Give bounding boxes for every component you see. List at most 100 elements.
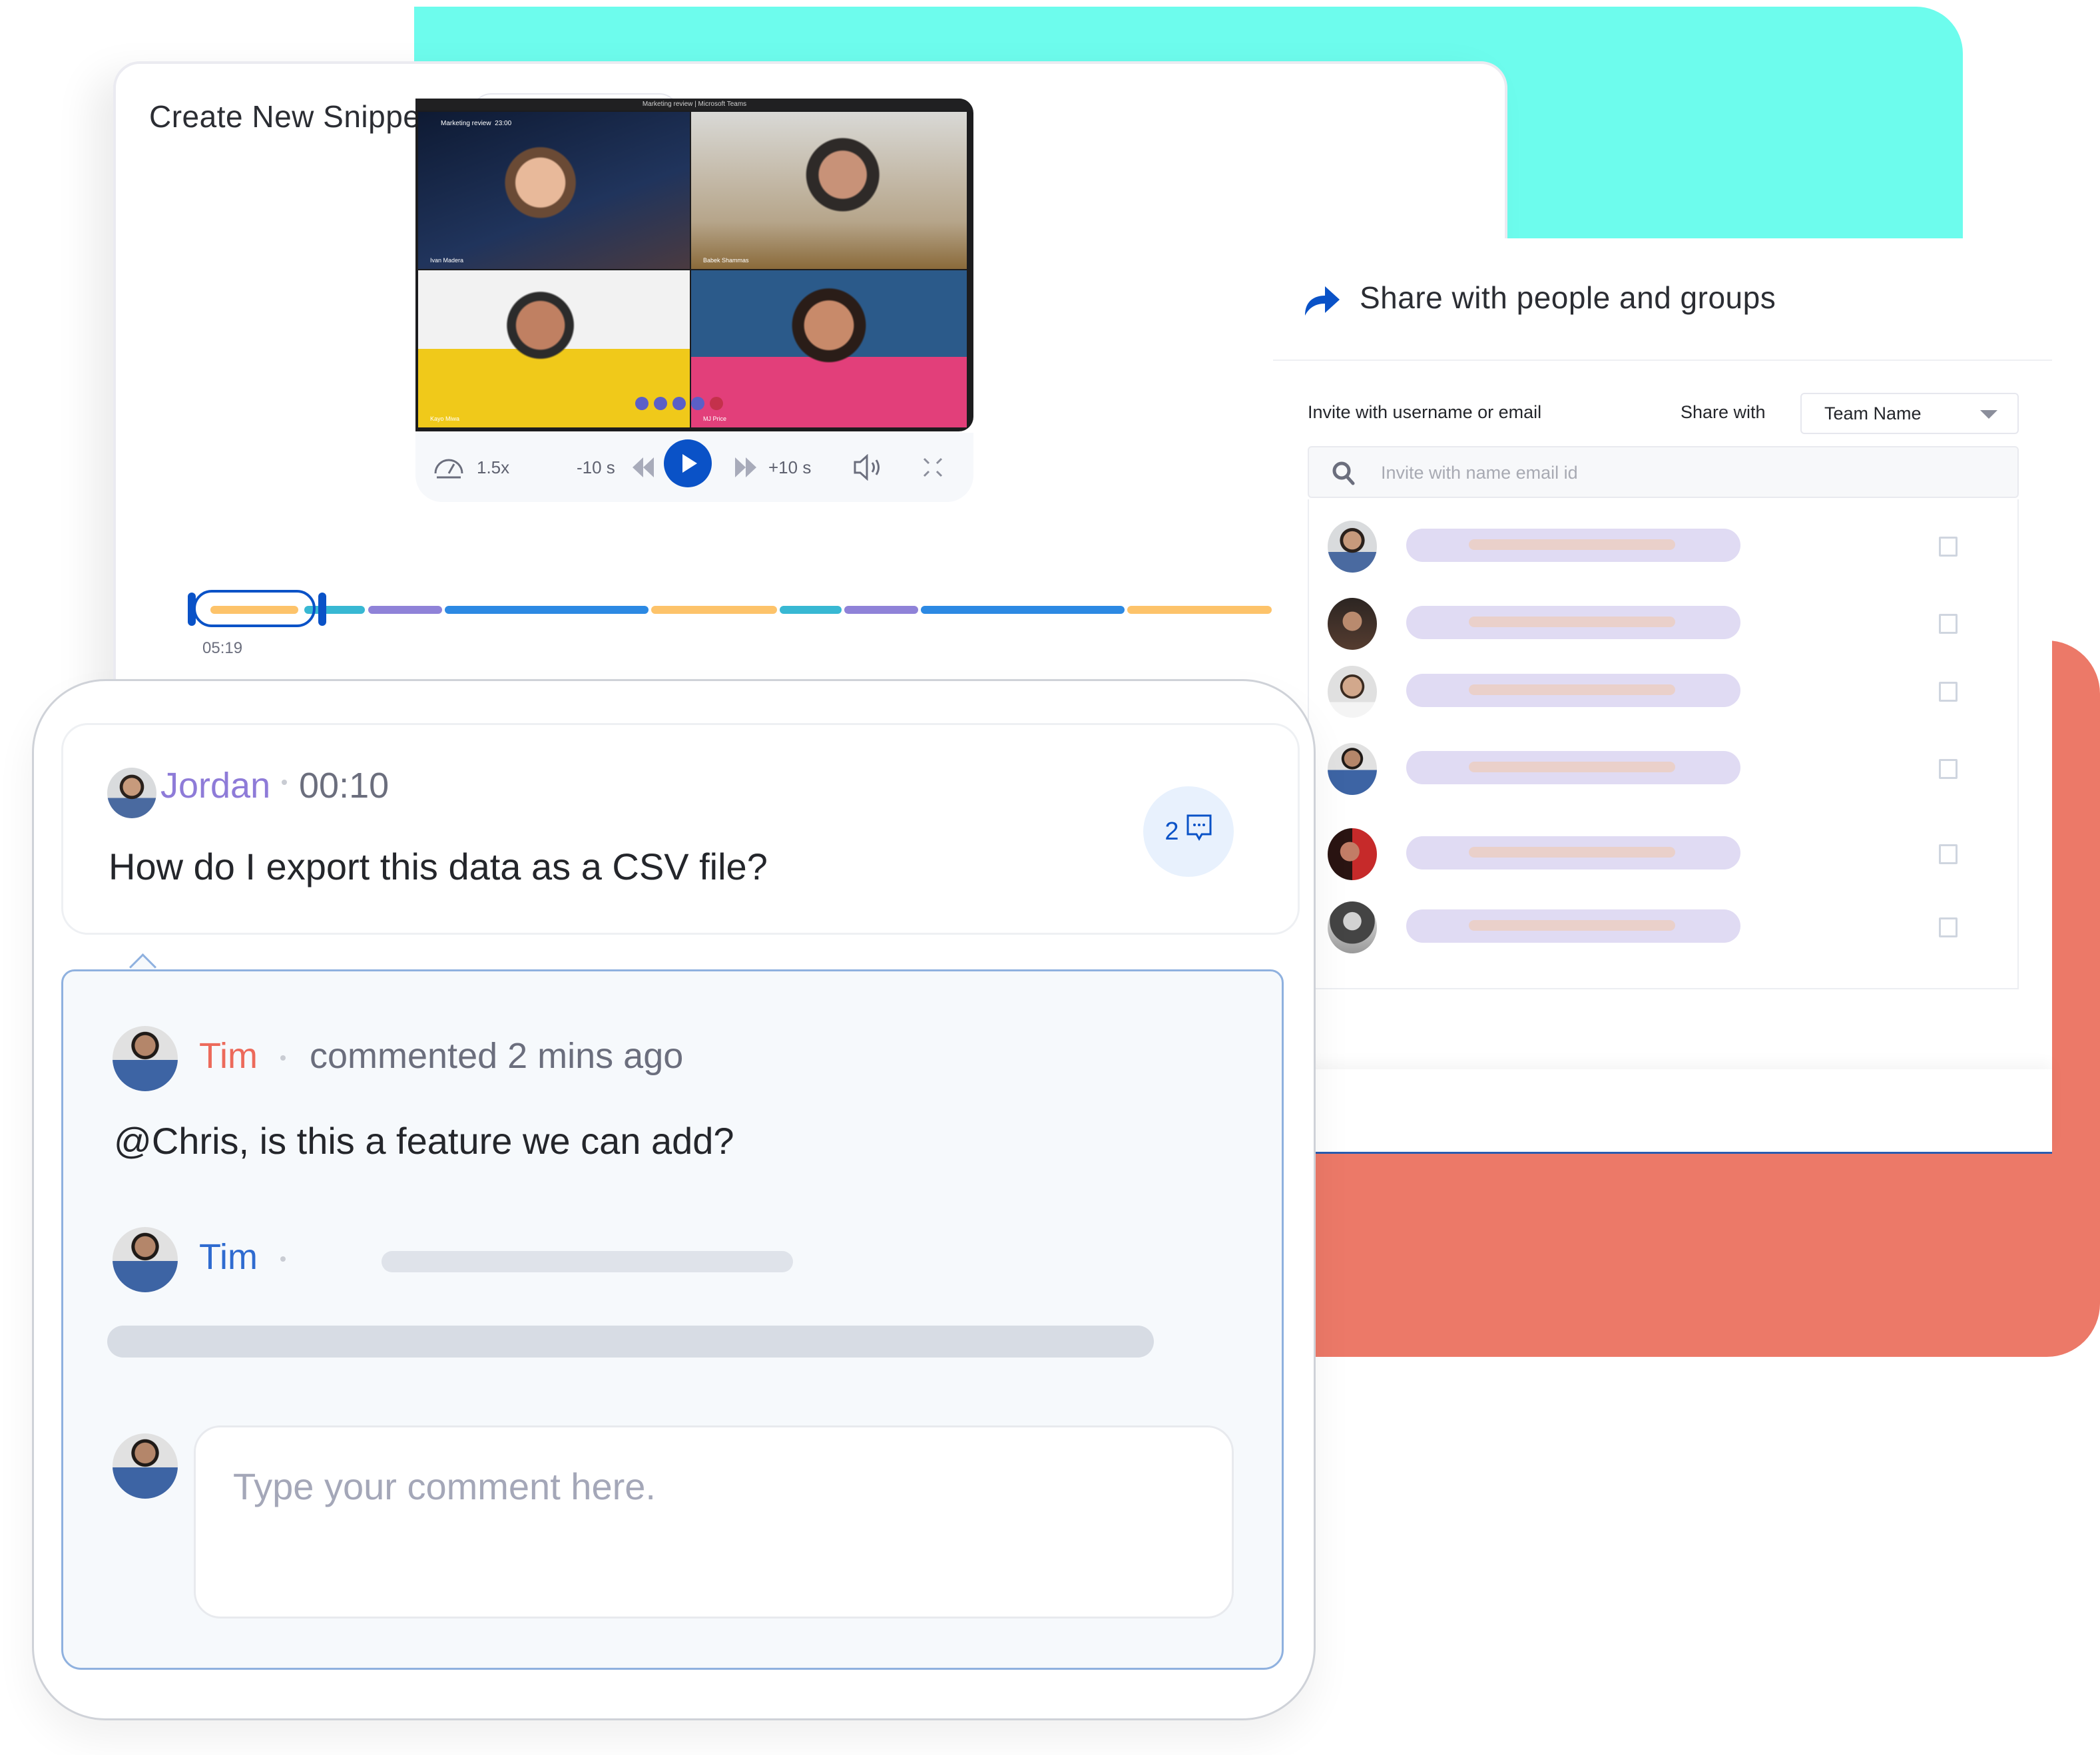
avatar bbox=[1328, 521, 1377, 573]
comment-author[interactable]: Jordan bbox=[160, 765, 270, 806]
person-row[interactable] bbox=[1309, 828, 2017, 881]
timeline-segment[interactable] bbox=[651, 606, 777, 614]
people-list bbox=[1308, 499, 2019, 989]
camera-icon bbox=[635, 397, 649, 410]
snippet-title: Create New Snippet bbox=[149, 99, 429, 134]
comment-timestamp[interactable]: 00:10 bbox=[299, 765, 389, 806]
avatar bbox=[1328, 666, 1377, 718]
playback-controls: 1.5x -10 s +10 s bbox=[415, 433, 973, 502]
playback-speed[interactable]: 1.5x bbox=[477, 433, 509, 502]
video-tile: MJ Price bbox=[691, 270, 967, 427]
separator-dot bbox=[280, 1256, 286, 1262]
question-comment: Jordan 00:10 How do I export this data a… bbox=[61, 723, 1300, 935]
email-placeholder bbox=[1469, 847, 1675, 858]
share-title: Share with people and groups bbox=[1360, 280, 1776, 315]
share-panel: Share with people and groups Invite with… bbox=[1273, 238, 2052, 1154]
comment-text: How do I export this data as a CSV file? bbox=[109, 846, 768, 887]
mic-icon bbox=[654, 397, 667, 410]
comment-bubble-icon bbox=[1186, 814, 1212, 850]
video-window-title: Marketing review | Microsoft Teams bbox=[415, 99, 973, 111]
avatar bbox=[1328, 743, 1377, 795]
reply-count-button[interactable]: 2 bbox=[1143, 786, 1234, 877]
video-tile: Babek Shammas bbox=[691, 112, 967, 269]
avatar bbox=[113, 1026, 178, 1091]
name-placeholder bbox=[1406, 836, 1740, 870]
video-player[interactable]: Marketing review | Microsoft Teams Marke… bbox=[415, 99, 973, 431]
comment-meta: commented 2 mins ago bbox=[310, 1036, 684, 1076]
meeting-name: Marketing review 23:00 bbox=[441, 120, 512, 127]
play-button[interactable] bbox=[664, 439, 712, 487]
rewind-icon[interactable] bbox=[633, 433, 655, 502]
name-placeholder bbox=[1406, 909, 1740, 943]
timeline-segment[interactable] bbox=[444, 606, 649, 614]
loading-placeholder bbox=[382, 1251, 793, 1272]
email-placeholder bbox=[1469, 684, 1675, 695]
fullscreen-icon[interactable] bbox=[921, 433, 944, 502]
range-end-handle[interactable] bbox=[318, 593, 326, 626]
loading-placeholder bbox=[107, 1326, 1154, 1358]
invite-search bbox=[1308, 446, 2019, 498]
person-row[interactable] bbox=[1309, 901, 2017, 955]
play-icon bbox=[682, 454, 697, 473]
forward-label[interactable]: +10 s bbox=[768, 433, 811, 502]
timeline-segment[interactable] bbox=[1127, 606, 1272, 614]
select-checkbox[interactable] bbox=[1939, 917, 1958, 937]
select-checkbox[interactable] bbox=[1939, 682, 1958, 702]
person-row[interactable] bbox=[1309, 743, 2017, 796]
hang-up-icon bbox=[710, 397, 723, 410]
person-row[interactable] bbox=[1309, 666, 2017, 719]
avatar bbox=[1328, 901, 1377, 953]
reply-count: 2 bbox=[1165, 817, 1179, 846]
name-placeholder bbox=[1406, 606, 1740, 639]
person-row[interactable] bbox=[1309, 521, 2017, 574]
selection-range[interactable] bbox=[193, 590, 316, 627]
timeline-segment[interactable] bbox=[779, 606, 842, 614]
participant-name: Babek Shammas bbox=[703, 257, 749, 264]
team-select-value: Team Name bbox=[1824, 403, 1922, 423]
select-checkbox[interactable] bbox=[1939, 537, 1958, 557]
share-with-label: Share with bbox=[1681, 402, 1766, 422]
participant-name: Ivan Madera bbox=[430, 257, 464, 264]
chevron-down-icon bbox=[1980, 410, 1997, 419]
timeline-segment[interactable] bbox=[368, 606, 442, 614]
select-checkbox[interactable] bbox=[1939, 844, 1958, 864]
snippet-timeline[interactable] bbox=[188, 586, 1274, 632]
rewind-label[interactable]: -10 s bbox=[577, 433, 615, 502]
participant-name: MJ Price bbox=[703, 415, 727, 422]
fast-forward-icon[interactable] bbox=[734, 433, 756, 502]
invite-search-input[interactable] bbox=[1380, 447, 1981, 498]
person-row[interactable] bbox=[1309, 598, 2017, 651]
avatar bbox=[1328, 598, 1377, 650]
share-arrow-icon bbox=[1304, 284, 1341, 317]
separator-dot bbox=[280, 1055, 286, 1061]
invite-label: Invite with username or email bbox=[1308, 402, 1542, 422]
name-placeholder bbox=[1406, 674, 1740, 707]
email-placeholder bbox=[1469, 539, 1675, 550]
divider bbox=[1273, 360, 2052, 361]
participant-name: Kayo Miwa bbox=[430, 415, 460, 422]
select-checkbox[interactable] bbox=[1939, 614, 1958, 634]
share-screen-icon bbox=[672, 397, 686, 410]
timeline-segment[interactable] bbox=[921, 606, 1125, 614]
comment-input[interactable] bbox=[194, 1425, 1234, 1619]
comment-author[interactable]: Tim bbox=[199, 1035, 258, 1077]
select-checkbox[interactable] bbox=[1939, 759, 1958, 779]
speedometer-icon[interactable] bbox=[433, 433, 465, 502]
current-time: 05:19 bbox=[202, 639, 243, 657]
volume-icon[interactable] bbox=[852, 433, 886, 502]
avatar bbox=[107, 768, 156, 818]
comment-text: @Chris, is this a feature we can add? bbox=[114, 1120, 734, 1162]
avatar bbox=[113, 1227, 178, 1292]
name-placeholder bbox=[1406, 529, 1740, 562]
avatar bbox=[113, 1433, 178, 1499]
range-start-handle[interactable] bbox=[188, 593, 196, 626]
video-tile: Marketing review 23:00 Ivan Madera bbox=[418, 112, 690, 269]
more-icon bbox=[691, 397, 704, 410]
reply-thread: Tim commented 2 mins ago @Chris, is this… bbox=[61, 969, 1284, 1670]
avatar bbox=[1328, 828, 1377, 880]
separator-dot bbox=[282, 780, 287, 785]
email-placeholder bbox=[1469, 617, 1675, 627]
comment-author[interactable]: Tim bbox=[199, 1236, 258, 1278]
timeline-segment[interactable] bbox=[844, 606, 919, 614]
team-select-dropdown[interactable]: Team Name bbox=[1800, 393, 2019, 434]
